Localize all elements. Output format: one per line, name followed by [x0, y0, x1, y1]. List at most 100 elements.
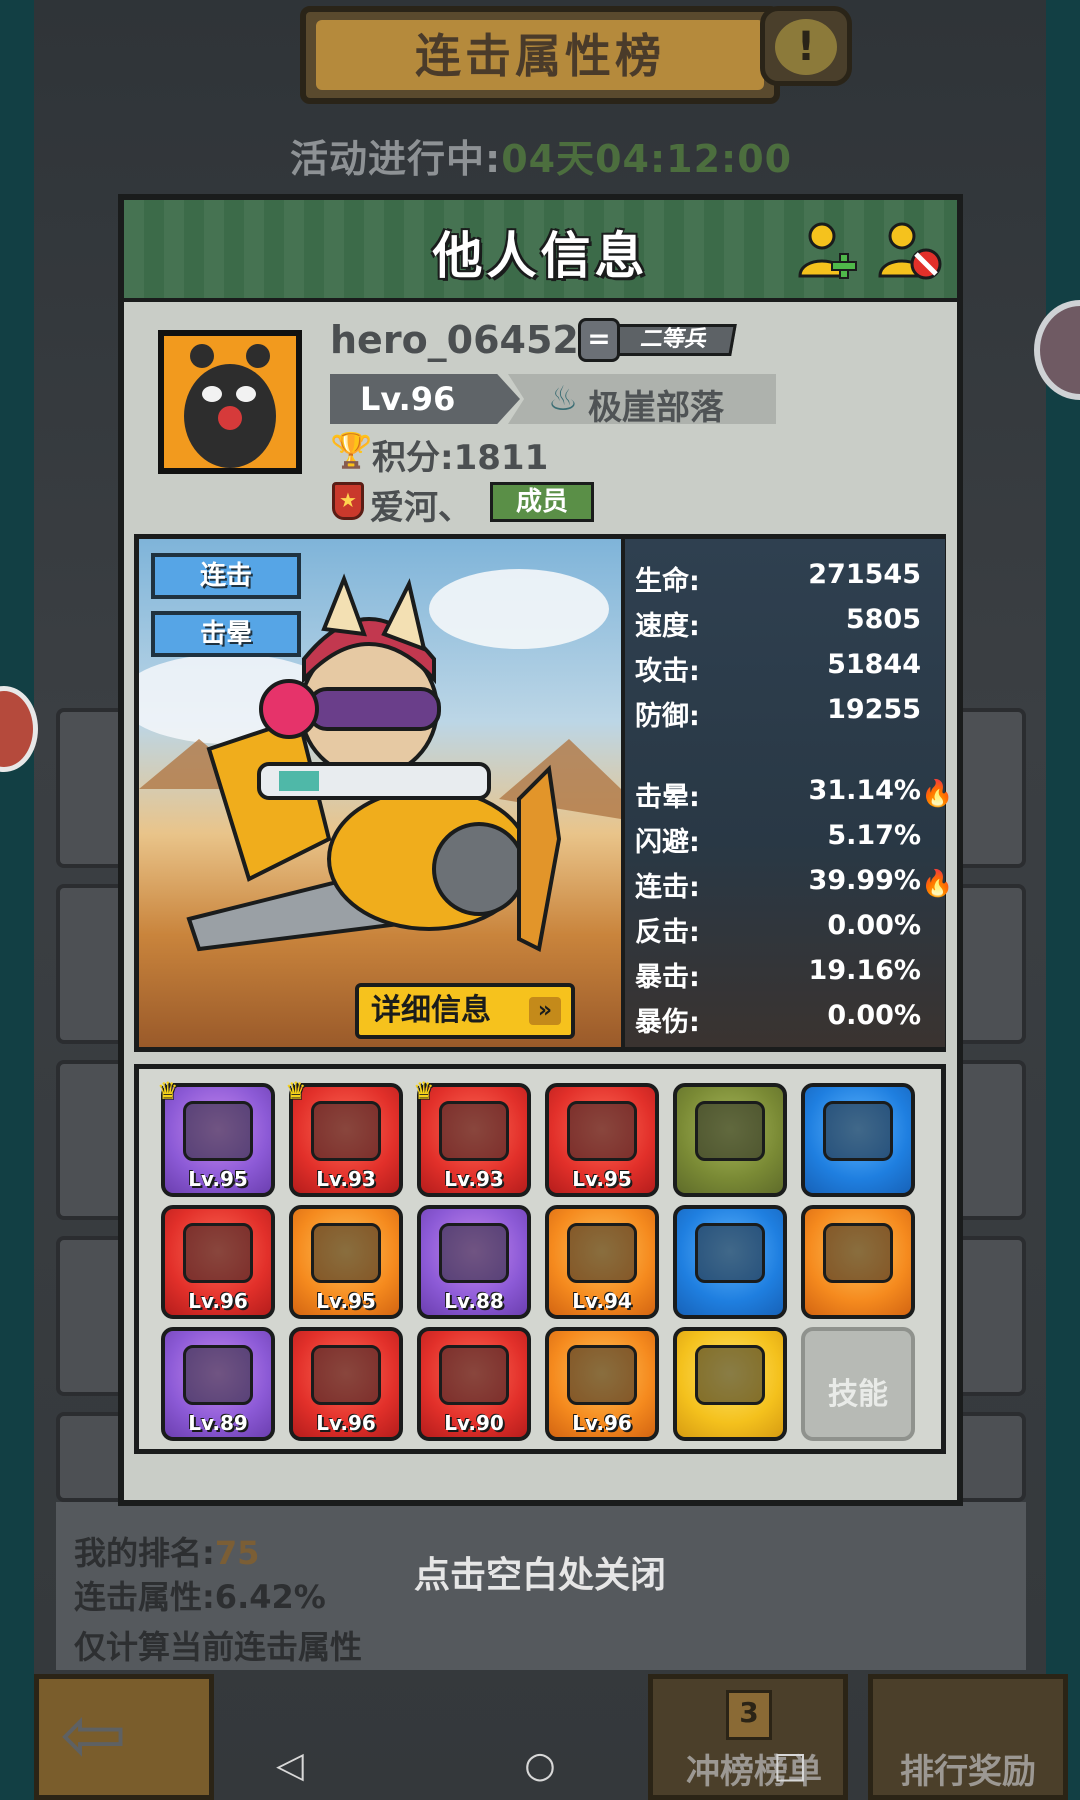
equip-level: Lv.93	[316, 1167, 376, 1191]
equip-slot-10[interactable]: Lv.94	[545, 1205, 659, 1319]
player-info-modal: 他人信息 hero_064520 二等兵 = Lv.96 ♨ 极崖部落 🏆 积分…	[118, 194, 963, 1506]
skill-label: 技能	[828, 1377, 888, 1412]
equip-slot-17[interactable]	[673, 1327, 787, 1441]
fire-icon: 🔥	[921, 779, 954, 809]
trophy-icon: 🏆	[330, 431, 373, 471]
guild-role-badge: 成员	[490, 482, 594, 522]
detail-info-label: 详细信息	[371, 993, 491, 1028]
stat-value: 19.16%	[808, 955, 921, 986]
my-combo-attr: 连击属性:6.42%	[74, 1578, 326, 1616]
equip-level: Lv.95	[572, 1167, 632, 1191]
stat-defense: 防御: 19255	[635, 694, 935, 734]
right-edge-strip	[1046, 0, 1080, 1800]
rank-note: 仅计算当前连击属性	[74, 1628, 363, 1666]
stat-value: 0.00%	[827, 1000, 921, 1031]
guild-name: 爱河、	[370, 488, 472, 528]
equip-slot-9[interactable]: Lv.88	[417, 1205, 531, 1319]
equip-slot-15[interactable]: Lv.90	[417, 1327, 531, 1441]
equip-level: Lv.89	[188, 1411, 248, 1435]
block-user-icon[interactable]	[876, 218, 946, 282]
leaderboard-badge: 3	[726, 1690, 772, 1740]
equip-level: Lv.94	[572, 1289, 632, 1313]
equip-slot-16[interactable]: Lv.96	[545, 1327, 659, 1441]
nav-back-icon[interactable]: ◁	[270, 1746, 310, 1786]
rank-title: 二等兵	[611, 324, 737, 356]
stat-label: 连击:	[635, 872, 700, 903]
back-arrow-icon: ⇦	[60, 1688, 128, 1781]
stat-speed: 速度: 5805	[635, 604, 935, 644]
equip-slot-13[interactable]: Lv.89	[161, 1327, 275, 1441]
stat-label: 击晕:	[635, 782, 700, 813]
rank-shield-icon: =	[578, 318, 620, 362]
crown-icon: ♛	[157, 1077, 179, 1105]
equip-level: Lv.96	[572, 1411, 632, 1435]
fire-icon: 🔥	[921, 869, 954, 899]
tribe-flame-icon: ♨	[547, 379, 579, 419]
equip-level: Lv.95	[316, 1289, 376, 1313]
guild-star-icon: ★	[332, 482, 364, 520]
tab-rank-rewards-label: 排行奖励	[900, 1752, 1036, 1792]
crown-icon: ♛	[285, 1077, 307, 1105]
stat-value: 5.17%	[827, 820, 921, 851]
stat-crit: 暴击: 19.16%	[635, 955, 935, 995]
username: hero_064520	[330, 318, 606, 362]
equip-level: Lv.96	[188, 1289, 248, 1313]
modal-header: 他人信息	[124, 200, 957, 302]
stat-label: 攻击:	[635, 656, 700, 687]
stat-combo: 连击: 39.99% 🔥	[635, 865, 953, 905]
stat-value: 19255	[827, 694, 921, 725]
tribe-name: 极崖部落	[588, 388, 724, 428]
tag-stun: 击晕	[151, 611, 301, 657]
equip-slot-7[interactable]: Lv.96	[161, 1205, 275, 1319]
skill-slot[interactable]: 技能	[801, 1327, 915, 1441]
detail-info-button[interactable]: 详细信息 »	[355, 983, 575, 1039]
player-score: 积分:1811	[372, 438, 549, 478]
page-title: 连击属性榜	[415, 29, 665, 83]
event-timer: 04天04:12:00	[501, 137, 793, 181]
equip-slot-11[interactable]	[673, 1205, 787, 1319]
double-arrow-icon: »	[529, 997, 561, 1025]
nav-recents-icon[interactable]: □	[770, 1746, 810, 1786]
info-button[interactable]: !	[760, 6, 852, 86]
stat-value: 51844	[827, 649, 921, 680]
player-level: Lv.96	[330, 374, 520, 424]
tab-leaderboard-label: 冲榜榜单	[686, 1752, 822, 1792]
stat-value: 31.14%	[808, 775, 921, 806]
military-rank-badge: 二等兵 =	[578, 318, 737, 362]
equip-slot-14[interactable]: Lv.96	[289, 1327, 403, 1441]
stat-value: 5805	[845, 604, 921, 635]
stat-label: 防御:	[635, 701, 700, 732]
equip-level: Lv.88	[444, 1289, 504, 1313]
crown-icon: ♛	[413, 1077, 435, 1105]
left-edge-strip	[0, 0, 34, 1800]
stat-dodge: 闪避: 5.17%	[635, 820, 935, 860]
stat-attack: 攻击: 51844	[635, 649, 935, 689]
close-hint: 点击空白处关闭	[413, 1555, 666, 1596]
event-status-label: 活动进行中:	[290, 137, 502, 181]
avatar[interactable]	[158, 330, 302, 474]
equip-slot-5[interactable]	[673, 1083, 787, 1197]
equip-slot-12[interactable]	[801, 1205, 915, 1319]
equipment-grid: Lv.95 Lv.93 Lv.93 Lv.95 Lv.96 Lv.95 Lv.8…	[134, 1064, 946, 1454]
stat-crit-damage: 暴伤: 0.00%	[635, 1000, 935, 1040]
hero-showcase: 连击 击晕 详细信息 » 生命: 271545 速度: 5805 攻击: 518…	[134, 534, 953, 1052]
stat-value: 39.99%	[808, 865, 921, 896]
equip-slot-8[interactable]: Lv.95	[289, 1205, 403, 1319]
stat-stun: 击晕: 31.14% 🔥	[635, 775, 953, 815]
equip-level: Lv.95	[188, 1167, 248, 1191]
stat-hp: 生命: 271545	[635, 559, 935, 599]
stat-label: 反击:	[635, 917, 700, 948]
exclamation-icon: !	[775, 19, 837, 75]
equip-level: Lv.93	[444, 1167, 504, 1191]
stat-panel: 生命: 271545 速度: 5805 攻击: 51844 防御: 19255 …	[621, 539, 953, 1047]
stat-value: 0.00%	[827, 910, 921, 941]
equip-slot-6[interactable]	[801, 1083, 915, 1197]
stat-label: 闪避:	[635, 827, 700, 858]
my-rank: 我的排名:75	[74, 1528, 259, 1574]
equip-slot-4[interactable]: Lv.95	[545, 1083, 659, 1197]
nav-home-icon[interactable]: ○	[520, 1746, 560, 1786]
stat-label: 生命:	[635, 566, 700, 597]
stat-value: 271545	[808, 559, 921, 590]
event-status: 活动进行中:04天04:12:00	[290, 128, 792, 183]
add-friend-icon[interactable]	[794, 218, 864, 282]
